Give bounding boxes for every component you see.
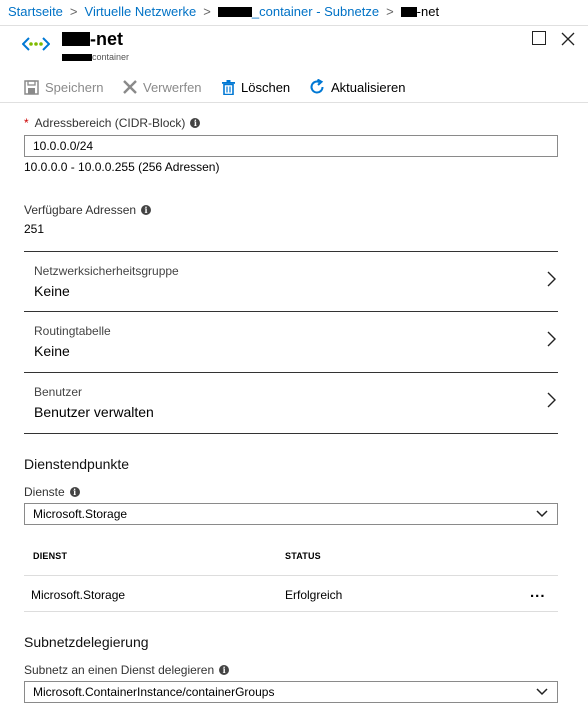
address-range-info: 10.0.0.0 - 10.0.0.255 (256 Adressen) — [24, 160, 220, 174]
address-range-value: 10.0.0.0/24 — [33, 139, 94, 153]
delete-button[interactable]: Löschen — [222, 77, 290, 97]
breadcrumb-separator: > — [69, 4, 78, 19]
save-icon — [24, 79, 39, 95]
redacted-text — [400, 7, 417, 17]
redacted-text — [62, 32, 90, 46]
delegation-select[interactable]: Microsoft.ContainerInstance/containerGro… — [24, 681, 558, 703]
virtual-network-icon — [21, 36, 51, 55]
available-addresses-label: Verfügbare Adressen i — [24, 203, 152, 217]
address-range-input[interactable]: 10.0.0.0/24 — [24, 135, 558, 157]
discard-icon — [123, 80, 137, 94]
address-range-label-text: Adressbereich (CIDR-Block) — [34, 116, 186, 130]
delegation-label: Subnetz an einen Dienst delegieren i — [24, 663, 230, 677]
chevron-right-icon — [547, 271, 556, 287]
save-button[interactable]: Speichern — [24, 77, 104, 97]
available-addresses-value: 251 — [24, 222, 45, 236]
routing-table-value: Keine — [34, 343, 70, 359]
routing-table-label: Routingtabelle — [34, 324, 111, 338]
column-header-service: DIENST — [33, 551, 68, 561]
available-addresses-label-text: Verfügbare Adressen — [24, 203, 137, 217]
discard-button[interactable]: Verwerfen — [123, 77, 202, 97]
services-label-text: Dienste — [24, 485, 65, 499]
status-cell: Erfolgreich — [285, 588, 343, 602]
trash-icon — [222, 79, 235, 95]
users-label: Benutzer — [34, 385, 83, 399]
info-icon[interactable]: i — [141, 205, 152, 215]
required-marker: * — [24, 116, 29, 130]
info-icon[interactable]: i — [190, 118, 201, 128]
breadcrumb-separator: > — [386, 4, 394, 19]
page-subtitle-text: container — [92, 52, 130, 62]
info-icon[interactable]: i — [69, 487, 80, 497]
breadcrumb-home[interactable]: Startseite — [8, 4, 63, 19]
refresh-icon — [310, 79, 324, 94]
info-icon[interactable]: i — [219, 665, 230, 675]
page-title: -net — [62, 29, 123, 50]
page-title-text: -net — [90, 29, 123, 49]
services-select[interactable]: Microsoft.Storage — [24, 503, 558, 525]
refresh-button[interactable]: Aktualisieren — [309, 77, 405, 97]
address-range-label: * Adressbereich (CIDR-Block) i — [24, 116, 201, 130]
service-endpoints-title: Dienstendpunkte — [24, 456, 130, 472]
breadcrumb-virtual-networks[interactable]: Virtuelle Netzwerke — [85, 4, 197, 19]
services-label: Dienste i — [24, 485, 80, 499]
column-header-status: STATUS — [285, 551, 321, 561]
service-cell: Microsoft.Storage — [31, 588, 126, 602]
users-value: Benutzer verwalten — [34, 404, 154, 420]
nsg-label: Netzwerksicherheitsgruppe — [34, 264, 179, 278]
delete-label: Löschen — [241, 79, 291, 95]
chevron-down-icon — [536, 510, 548, 518]
users-row[interactable]: Benutzer Benutzer verwalten — [24, 373, 558, 434]
subnet-delegation-title: Subnetzdelegierung — [24, 634, 149, 650]
redacted-text — [217, 7, 252, 17]
maximize-button[interactable] — [532, 31, 546, 45]
breadcrumb-current: -net — [416, 4, 440, 19]
close-button[interactable] — [561, 32, 575, 46]
chevron-right-icon — [547, 392, 556, 408]
chevron-right-icon — [547, 331, 556, 347]
chevron-down-icon — [536, 688, 548, 696]
blade-header: -net container — [0, 26, 588, 70]
delegation-label-text: Subnetz an einen Dienst delegieren — [24, 663, 215, 677]
redacted-text — [62, 54, 92, 61]
nsg-value: Keine — [34, 283, 70, 299]
breadcrumb-subnets[interactable]: _container - Subnetze — [252, 4, 379, 19]
page-subtitle: container — [62, 52, 129, 62]
more-actions-button[interactable]: ... — [530, 584, 546, 601]
table-divider — [24, 611, 558, 612]
routing-table-row[interactable]: Routingtabelle Keine — [24, 312, 558, 373]
breadcrumb-separator: > — [203, 4, 211, 19]
nsg-row[interactable]: Netzwerksicherheitsgruppe Keine — [24, 251, 558, 312]
discard-label: Verwerfen — [143, 79, 202, 95]
table-divider — [24, 575, 558, 576]
delegation-select-value: Microsoft.ContainerInstance/containerGro… — [33, 685, 275, 699]
breadcrumb: Startseite > Virtuelle Netzwerke > _containe… — [0, 0, 588, 26]
save-label: Speichern — [45, 79, 104, 95]
command-bar: Speichern Verwerfen Löschen Aktualisiere… — [0, 70, 588, 103]
refresh-label: Aktualisieren — [331, 79, 406, 95]
services-select-value: Microsoft.Storage — [33, 507, 128, 521]
close-icon — [561, 32, 575, 46]
